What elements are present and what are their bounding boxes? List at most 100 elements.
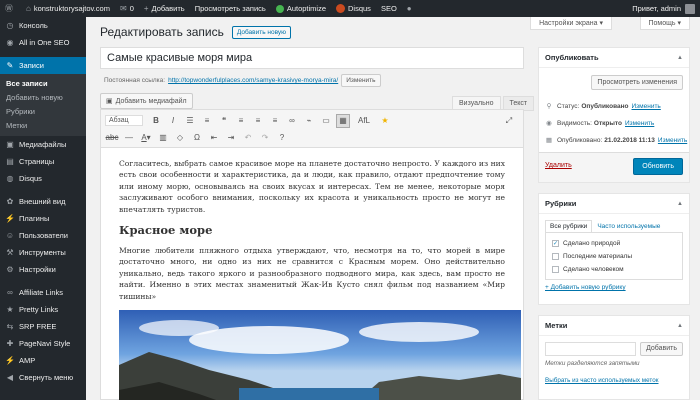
- add-media-button[interactable]: ▣ Добавить медиафайл: [100, 93, 193, 109]
- undo-icon[interactable]: ↶: [241, 131, 255, 145]
- sidebar-item-media[interactable]: ▣ Медиафайлы: [0, 136, 86, 153]
- afl-button[interactable]: AfL: [353, 114, 375, 128]
- redo-icon[interactable]: ↷: [258, 131, 272, 145]
- submenu-categories[interactable]: Рубрики: [0, 105, 86, 119]
- unlink-icon[interactable]: ⌁: [302, 114, 316, 128]
- sidebar-item-tools[interactable]: ⚒ Инструменты: [0, 244, 86, 261]
- format-select[interactable]: Абзац: [105, 115, 143, 126]
- paste-text-icon[interactable]: ▥: [156, 131, 170, 145]
- read-more-icon[interactable]: ▭: [319, 114, 333, 128]
- update-button[interactable]: Обновить: [633, 158, 683, 175]
- bold-icon[interactable]: B: [149, 114, 163, 128]
- badge-icon: ●: [406, 4, 412, 13]
- visibility-edit-link[interactable]: Изменить: [625, 120, 654, 127]
- tags-box-header[interactable]: Метки ▲: [539, 316, 689, 336]
- add-tag-button[interactable]: Добавить: [640, 342, 683, 356]
- wp-logo[interactable]: Ⓦ: [0, 0, 21, 17]
- publish-box: Опубликовать ▲ Просмотреть изменения ⚲ Ст…: [538, 47, 690, 183]
- submenu-add-new[interactable]: Добавить новую: [0, 91, 86, 105]
- permalink-url-link[interactable]: http://topwonderfulplaces.com/samye-kras…: [168, 77, 338, 84]
- numbered-list-icon[interactable]: ≡: [200, 114, 214, 128]
- screen-options-button[interactable]: Настройки экрана ▾: [530, 17, 612, 30]
- seo-link[interactable]: SEO: [376, 0, 402, 17]
- sidebar-item-settings[interactable]: ⚙ Настройки: [0, 261, 86, 278]
- indent-icon[interactable]: ⇥: [224, 131, 238, 145]
- caret-up-icon[interactable]: ▲: [677, 55, 683, 61]
- sidebar-item-pages[interactable]: ▤ Страницы: [0, 153, 86, 170]
- add-new-post-button[interactable]: Добавить новую: [231, 25, 292, 39]
- link-icon[interactable]: ∞: [285, 114, 299, 128]
- help-icon[interactable]: ?: [275, 131, 289, 145]
- fullscreen-icon[interactable]: ⤢: [502, 114, 516, 128]
- sidebar-item-dashboard[interactable]: ◷ Консоль: [0, 17, 86, 34]
- category-tabs: Все рубрики Часто используемые: [539, 214, 689, 232]
- text-color-icon[interactable]: A ▾: [139, 131, 153, 145]
- post-heading: Красное море: [119, 223, 213, 238]
- sidebar-item-plugins[interactable]: ⚡ Плагины: [0, 210, 86, 227]
- sidebar-item-pretty-links[interactable]: ★ Pretty Links: [0, 301, 86, 318]
- tag-input[interactable]: [545, 342, 637, 356]
- sidebar-item-disqus[interactable]: ◍ Disqus: [0, 170, 86, 187]
- blockquote-icon[interactable]: ❝: [217, 114, 231, 128]
- caret-up-icon[interactable]: ▲: [677, 323, 683, 329]
- pagenavi-icon: ✚: [6, 339, 14, 348]
- sidebar-item-affiliate-links[interactable]: ∞ Affiliate Links: [0, 284, 86, 301]
- publish-box-header[interactable]: Опубликовать ▲: [539, 48, 689, 68]
- checkbox[interactable]: [552, 253, 559, 260]
- permalink-edit-button[interactable]: Изменить: [341, 74, 381, 87]
- italic-icon[interactable]: I: [166, 114, 180, 128]
- strikethrough-icon[interactable]: abc: [105, 131, 119, 145]
- clear-formatting-icon[interactable]: ◇: [173, 131, 187, 145]
- caret-up-icon[interactable]: ▲: [677, 201, 683, 207]
- calendar-icon: ▦: [545, 137, 553, 144]
- seo-icon: ◉: [6, 38, 14, 47]
- delete-link[interactable]: Удалить: [545, 162, 572, 169]
- add-category-link[interactable]: + Добавить новую рубрику: [545, 284, 683, 291]
- site-name-link[interactable]: ⌂ konstruktorysajtov.com: [21, 0, 115, 17]
- star-icon[interactable]: ★: [378, 114, 392, 128]
- sidebar-item-users[interactable]: ☺ Пользователи: [0, 227, 86, 244]
- new-content-link[interactable]: + Добавить: [139, 0, 190, 17]
- permalink-row: Постоянная ссылка: http://topwonderfulpl…: [104, 74, 381, 87]
- sidebar-item-posts[interactable]: ✎ Записи: [0, 57, 86, 74]
- disqus-link[interactable]: Disqus: [331, 0, 376, 17]
- help-button[interactable]: Помощь ▾: [639, 17, 690, 30]
- editor-content[interactable]: Согласитесь, выбрать самое красивое море…: [101, 148, 523, 400]
- post-title-input[interactable]: Самые красивые моря мира: [100, 47, 524, 69]
- comments-link[interactable]: ✉ 0: [115, 0, 139, 17]
- status-edit-link[interactable]: Изменить: [632, 103, 661, 110]
- preview-changes-button[interactable]: Просмотреть изменения: [591, 75, 683, 90]
- view-post-link[interactable]: Просмотреть запись: [190, 0, 271, 17]
- submenu-all-posts[interactable]: Все записи: [0, 77, 86, 91]
- checkbox[interactable]: [552, 266, 559, 273]
- toolbar-toggle-icon[interactable]: ▦: [336, 113, 350, 128]
- bullet-list-icon[interactable]: ☰: [183, 114, 197, 128]
- align-right-icon[interactable]: ≡: [268, 114, 282, 128]
- autoptimize-link[interactable]: Autoptimize: [271, 0, 331, 17]
- submenu-tags[interactable]: Метки: [0, 119, 86, 133]
- sidebar-item-amp[interactable]: ⚡ AMP: [0, 352, 86, 369]
- date-edit-link[interactable]: Изменить: [658, 137, 687, 144]
- align-center-icon[interactable]: ≡: [251, 114, 265, 128]
- outdent-icon[interactable]: ⇤: [207, 131, 221, 145]
- align-left-icon[interactable]: ≡: [234, 114, 248, 128]
- checkbox-checked[interactable]: ✓: [552, 240, 559, 247]
- horizontal-line-icon[interactable]: —: [122, 131, 136, 145]
- sidebar-item-all-in-one-seo[interactable]: ◉ All in One SEO: [0, 34, 86, 51]
- sidebar-item-srp-free[interactable]: ⇆ SRP FREE: [0, 318, 86, 335]
- tab-popular-categories[interactable]: Часто используемые: [592, 220, 666, 232]
- tab-all-categories[interactable]: Все рубрики: [545, 220, 593, 232]
- list-item[interactable]: Последние материалы: [552, 250, 676, 263]
- list-item[interactable]: Сделано человеком: [552, 263, 676, 276]
- tools-icon: ⚒: [6, 248, 14, 257]
- notifications-link[interactable]: ●: [402, 0, 420, 17]
- post-image[interactable]: [119, 310, 521, 400]
- choose-tags-link[interactable]: Выбрать из часто используемых меток: [539, 371, 689, 390]
- sidebar-item-appearance[interactable]: ✿ Внешний вид: [0, 193, 86, 210]
- list-item[interactable]: ✓ Сделано природой: [552, 237, 676, 250]
- account-menu[interactable]: Привет, admin: [627, 0, 700, 17]
- categories-box-header[interactable]: Рубрики ▲: [539, 194, 689, 214]
- sidebar-item-collapse-menu[interactable]: ◀ Свернуть меню: [0, 369, 86, 386]
- sidebar-item-pagenavi-style[interactable]: ✚ PageNavi Style: [0, 335, 86, 352]
- special-char-icon[interactable]: Ω: [190, 131, 204, 145]
